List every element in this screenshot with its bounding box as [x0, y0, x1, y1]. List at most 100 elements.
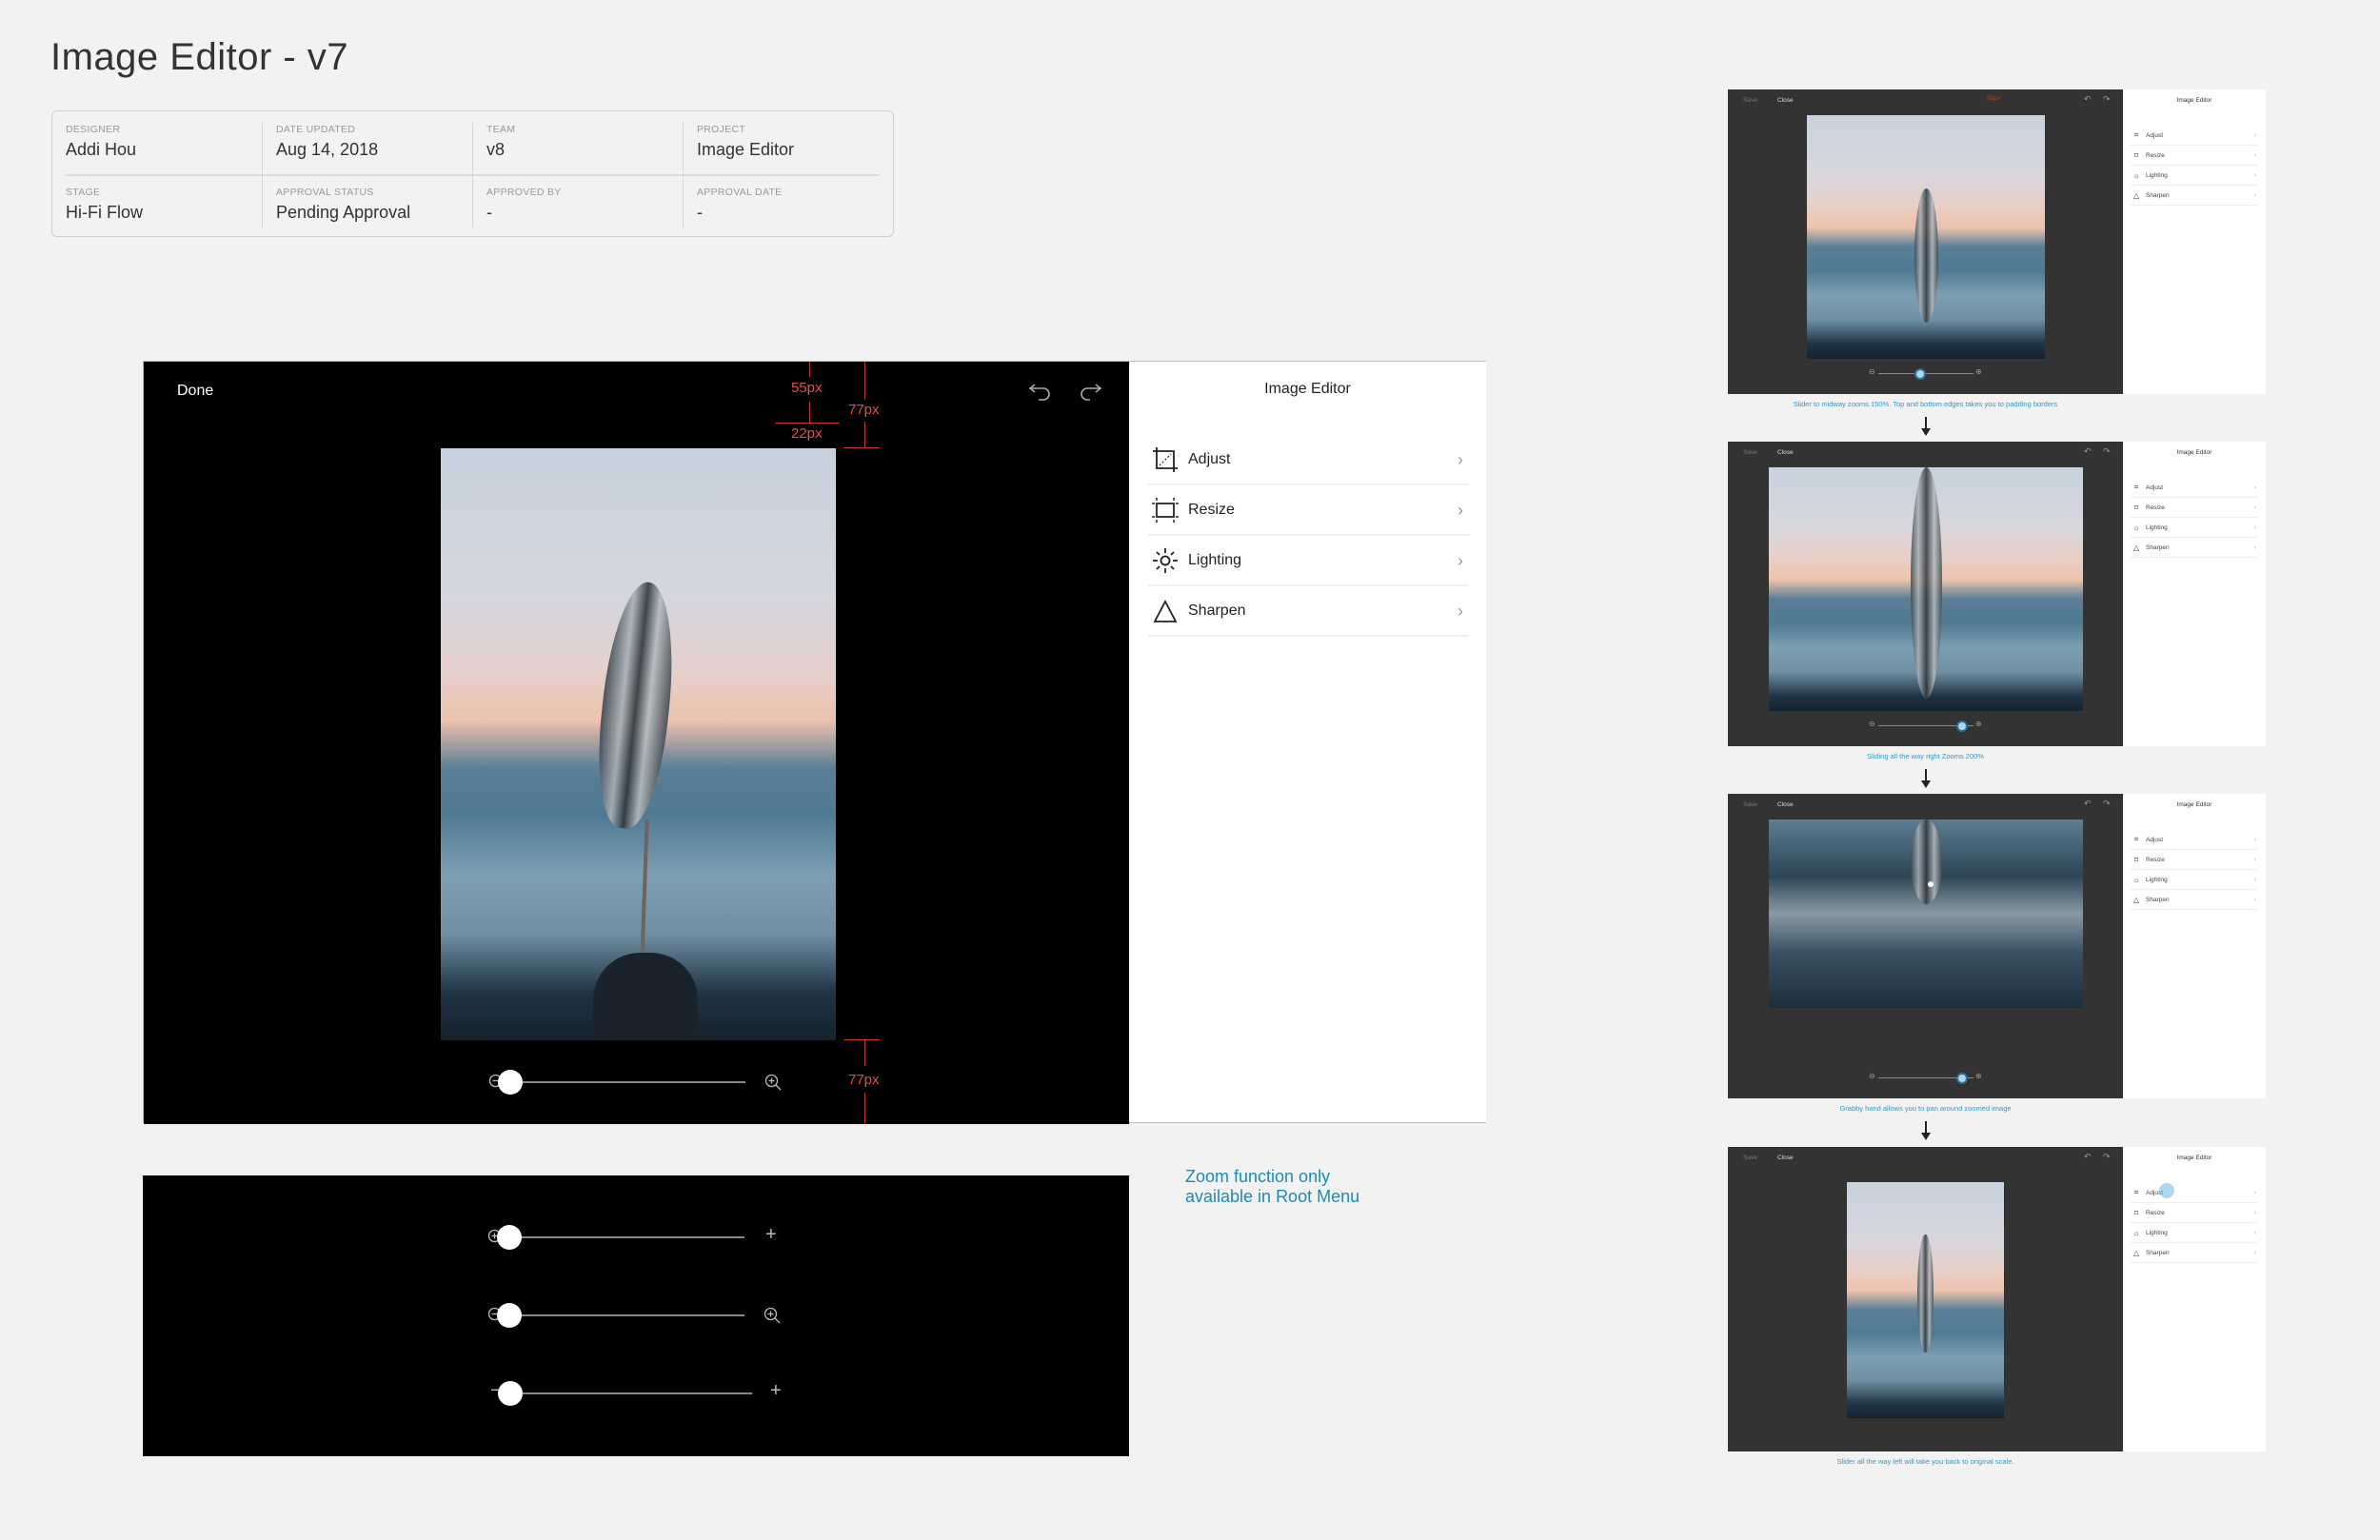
annotation-line [864, 1093, 865, 1124]
sun-icon: ☼ [2132, 875, 2140, 884]
slider-thumb[interactable] [498, 1381, 523, 1406]
menu-item-adjust[interactable]: ⌗ Adjust › [2131, 126, 2258, 146]
zoom-slider[interactable]: ⊖ ⊕ [1869, 1072, 1983, 1085]
menu-item-adjust[interactable]: ⌗ Adjust › [2131, 830, 2258, 850]
menu-item-sharpen[interactable]: Sharpen › [1148, 586, 1469, 637]
menu-item-lighting[interactable]: ☼ Lighting › [2131, 518, 2258, 538]
slider-variant-2[interactable] [487, 1301, 792, 1330]
sun-icon: ☼ [2132, 523, 2140, 532]
slider-thumb[interactable] [1956, 721, 1968, 732]
slider-variant-1[interactable]: + [487, 1223, 792, 1252]
zoom-out-icon[interactable]: ⊖ [1869, 1072, 1875, 1080]
menu-item-sharpen[interactable]: △ Sharpen › [2131, 890, 2258, 910]
chevron-right-icon: › [1458, 602, 1463, 621]
menu-item-resize[interactable]: ⌑ Resize › [2131, 146, 2258, 166]
redo-icon[interactable]: ↷ [2103, 799, 2111, 809]
menu-item-label: Lighting [2146, 876, 2168, 883]
plus-icon: + [765, 1224, 777, 1245]
menu-item-resize[interactable]: Resize › [1148, 485, 1469, 536]
menu-item-lighting[interactable]: ☼ Lighting › [2131, 870, 2258, 890]
menu-item-adjust[interactable]: ⌗ Adjust › [2131, 1183, 2258, 1203]
menu-item-resize[interactable]: ⌑ Resize › [2131, 1203, 2258, 1223]
redo-icon[interactable] [1077, 381, 1103, 404]
save-button[interactable]: Save [1743, 97, 1757, 104]
menu-item-sharpen[interactable]: △ Sharpen › [2131, 186, 2258, 206]
menu-item-label: Lighting [2146, 1229, 2168, 1236]
slider-track[interactable] [523, 1081, 745, 1083]
zoom-slider[interactable]: ⊖ ⊕ [1869, 367, 1983, 381]
menu-item-label: Resize [1188, 501, 1235, 518]
panel-title: Image Editor [2176, 97, 2212, 104]
slider-track[interactable] [522, 1314, 744, 1316]
menu-item-lighting[interactable]: Lighting › [1148, 536, 1469, 586]
close-button[interactable]: Close [1777, 1155, 1794, 1161]
menu-item-label: Adjust [1188, 450, 1231, 467]
undo-icon[interactable] [1027, 381, 1054, 404]
flow-caption: Sliding all the way right Zooms 200% [1867, 752, 1984, 760]
menu-item-lighting[interactable]: ☼ Lighting › [2131, 166, 2258, 186]
resize-icon [1150, 495, 1180, 525]
menu-item-resize[interactable]: ⌑ Resize › [2131, 498, 2258, 518]
zoom-note: Zoom function only available in Root Men… [1185, 1167, 1360, 1206]
resize-icon: ⌑ [2133, 1208, 2139, 1217]
menu-item-adjust[interactable]: ⌗ Adjust › [2131, 478, 2258, 498]
undo-icon[interactable]: ↶ [2084, 1152, 2092, 1162]
done-button[interactable]: Done [177, 383, 213, 400]
slider-track[interactable] [1878, 373, 1973, 374]
close-button[interactable]: Close [1777, 97, 1794, 104]
save-button[interactable]: Save [1743, 801, 1757, 808]
redo-icon[interactable]: ↷ [2103, 94, 2111, 105]
menu-item-sharpen[interactable]: △ Sharpen › [2131, 538, 2258, 558]
frame-side-panel: Image Editor ⌗ Adjust › ⌑ Resize › ☼ Lig… [2123, 442, 2266, 746]
menu-item-label: Lighting [2146, 171, 2168, 179]
crop-icon: ⌗ [2133, 1188, 2139, 1196]
menu-item-label: Resize [2146, 503, 2165, 511]
grab-hand-cursor [1928, 881, 1934, 887]
menu-item-resize[interactable]: ⌑ Resize › [2131, 850, 2258, 870]
close-button[interactable]: Close [1777, 801, 1794, 808]
slider-thumb[interactable] [498, 1070, 523, 1095]
annotation-line [775, 423, 840, 424]
zoom-slider[interactable]: ⊖ ⊕ [1869, 720, 1983, 733]
zoom-in-icon[interactable] [764, 1074, 782, 1091]
undo-icon[interactable]: ↶ [2084, 94, 2092, 105]
chevron-right-icon: › [2253, 503, 2256, 511]
redo-icon[interactable]: ↷ [2103, 1152, 2111, 1162]
frame-side-panel: Image Editor ⌗ Adjust › ⌑ Resize › ☼ Lig… [2123, 89, 2266, 394]
menu-item-label: Adjust [2146, 131, 2164, 139]
zoom-slider[interactable] [488, 1068, 793, 1096]
menu-item-sharpen[interactable]: △ Sharpen › [2131, 1243, 2258, 1263]
feather-photo[interactable] [1769, 819, 2083, 1008]
close-button[interactable]: Close [1777, 449, 1794, 456]
zoom-in-icon[interactable]: ⊕ [1975, 367, 1982, 376]
slider-track[interactable] [522, 1392, 752, 1394]
zoom-in-icon[interactable]: ⊕ [1975, 1072, 1982, 1080]
slider-thumb[interactable] [1956, 1073, 1968, 1084]
chevron-right-icon: › [2253, 1229, 2256, 1236]
zoom-in-icon[interactable]: ⊕ [1975, 720, 1982, 728]
slider-thumb[interactable] [497, 1303, 522, 1328]
team-field: TEAM v8 [473, 111, 684, 174]
menu-item-adjust[interactable]: Adjust › [1148, 435, 1469, 485]
slider-variant-3[interactable]: − + [487, 1379, 802, 1408]
save-button[interactable]: Save [1743, 449, 1757, 456]
flow-frame-4: Save Close ↶ ↷ Image Editor ⌗ Adjust › ⌑… [1728, 1147, 2266, 1451]
editor-menu: ⌗ Adjust › ⌑ Resize › ☼ Lighting › △ Sha… [2131, 478, 2258, 558]
undo-icon[interactable]: ↶ [2084, 446, 2092, 457]
menu-item-lighting[interactable]: ☼ Lighting › [2131, 1223, 2258, 1243]
zoom-out-icon[interactable]: ⊖ [1869, 367, 1875, 376]
menu-item-label: Adjust [2146, 484, 2164, 491]
field-value: - [486, 203, 492, 222]
redo-icon[interactable]: ↷ [2103, 446, 2111, 457]
field-value: v8 [486, 140, 506, 159]
chevron-right-icon: › [1458, 501, 1463, 520]
save-button[interactable]: Save [1743, 1155, 1757, 1161]
menu-item-label: Sharpen [2146, 1249, 2170, 1256]
slider-thumb[interactable] [497, 1225, 522, 1250]
slider-thumb[interactable] [1914, 368, 1926, 380]
slider-track[interactable] [522, 1236, 744, 1238]
chevron-right-icon: › [2253, 836, 2256, 843]
undo-icon[interactable]: ↶ [2084, 799, 2092, 809]
chevron-right-icon: › [2253, 896, 2256, 903]
zoom-out-icon[interactable]: ⊖ [1869, 720, 1875, 728]
